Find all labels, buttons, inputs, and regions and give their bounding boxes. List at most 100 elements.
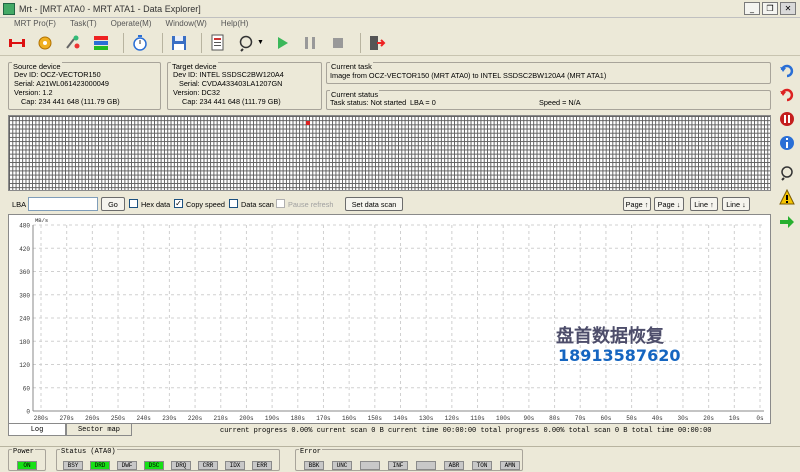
speed-chart: 480 420 360 300 240 180 120 60 0 280s 270s 260s 250s… <box>8 214 771 424</box>
ata-status-group: Status (ATA0) BSY DRD DWF DSC DRQ CRR IDX ERR <box>56 448 280 471</box>
data-scan-checkbox[interactable] <box>229 199 238 208</box>
progress-summary: current progress 0.00% current scan 0 B … <box>220 427 712 435</box>
power-group: Power ON <box>8 448 46 471</box>
menu-mrt-pro[interactable]: MRT Pro(F) <box>14 19 56 28</box>
x-tick-label: 190s <box>265 415 280 422</box>
exit-door-icon <box>370 35 386 50</box>
pause-button[interactable] <box>299 32 321 54</box>
report-button[interactable] <box>207 32 229 54</box>
copy-speed-label: Copy speed <box>186 200 225 209</box>
page-up-button[interactable]: Page ↑ <box>623 197 651 211</box>
x-tick-label: 270s <box>59 415 74 422</box>
exit-button[interactable] <box>366 32 388 54</box>
watermark-text: 盘首数据恢复 <box>556 326 664 347</box>
x-tick-label: 0s <box>756 415 764 422</box>
minimize-button[interactable]: _ <box>744 2 760 15</box>
error-indicator: AMN <box>500 461 520 470</box>
y-tick-label: 240 <box>19 316 30 323</box>
y-tick-label: 360 <box>19 269 30 276</box>
info-icon <box>780 136 794 150</box>
info-button[interactable] <box>777 133 797 153</box>
sector-grid[interactable] <box>8 115 771 191</box>
tools-icon <box>66 35 80 49</box>
source-version: Version: 1.2 <box>14 88 53 97</box>
start-button[interactable] <box>271 32 293 54</box>
pause-refresh-checkbox <box>276 199 285 208</box>
undo-button[interactable] <box>777 61 797 81</box>
connect-ports-icon <box>9 38 25 47</box>
go-button[interactable]: Go <box>101 197 125 211</box>
pause-refresh-label: Pause refresh <box>288 200 334 209</box>
error-indicator <box>360 461 380 470</box>
find-button[interactable] <box>777 163 797 183</box>
ata-status-indicator: IDX <box>225 461 245 470</box>
tab-sector-map[interactable]: Sector map <box>66 424 132 436</box>
right-toolbar <box>773 56 800 236</box>
hex-data-checkbox[interactable] <box>129 199 138 208</box>
x-tick-label: 140s <box>393 415 408 422</box>
y-tick-label: 420 <box>19 246 30 253</box>
chevron-down-icon[interactable]: ▼ <box>257 32 265 54</box>
speed-chart-svg: 480 420 360 300 240 180 120 60 0 280s 270s 260s 250s… <box>19 217 764 422</box>
power-title: Power <box>12 448 36 456</box>
window-controls: _ ❐ ✕ <box>744 2 796 15</box>
hex-data-label: Hex data <box>141 200 171 209</box>
y-tick-label: 480 <box>19 223 30 230</box>
menu-help[interactable]: Help(H) <box>221 19 249 28</box>
line-down-button[interactable]: Line ↓ <box>722 197 750 211</box>
toolbar-separator <box>123 32 124 53</box>
y-tick-label: 60 <box>23 385 31 392</box>
close-button[interactable]: ✕ <box>780 2 796 15</box>
menu-task[interactable]: Task(T) <box>70 19 97 28</box>
tab-log[interactable]: Log <box>8 424 66 436</box>
x-tick-label: 50s <box>626 415 637 422</box>
lba-input[interactable] <box>28 197 98 211</box>
timer-button[interactable] <box>129 32 151 54</box>
scan-button[interactable] <box>235 32 257 54</box>
toolbar-separator <box>162 32 163 53</box>
current-task-title: Current task <box>330 62 373 71</box>
set-data-scan-button[interactable]: Set data scan <box>345 197 403 211</box>
redo-button[interactable] <box>777 85 797 105</box>
ata-status-indicator: DWF <box>117 461 137 470</box>
stop-icon <box>333 37 343 48</box>
power-indicator: ON <box>17 461 37 470</box>
error-title: Error <box>299 448 323 456</box>
x-tick-label: 230s <box>162 415 177 422</box>
target-capacity: Cap: 234 441 648 (111.79 GB) <box>182 97 281 106</box>
lba-label: LBA <box>12 200 27 209</box>
x-tick-label: 30s <box>678 415 689 422</box>
settings-button[interactable] <box>34 32 56 54</box>
save-button[interactable] <box>168 32 190 54</box>
ata-status-indicator: ERR <box>252 461 272 470</box>
copy-speed-checkbox[interactable]: ✓ <box>174 199 183 208</box>
x-tick-label: 100s <box>496 415 511 422</box>
red-undo-arrow-icon <box>780 88 794 102</box>
error-indicator: INF <box>388 461 408 470</box>
stop-button[interactable] <box>327 32 349 54</box>
line-up-button[interactable]: Line ↑ <box>690 197 718 211</box>
blue-undo-arrow-icon <box>780 64 794 78</box>
x-tick-label: 250s <box>111 415 126 422</box>
controls-row: LBA Go Hex data ✓ Copy speed Data scan P… <box>0 196 773 212</box>
x-tick-label: 80s <box>549 415 560 422</box>
next-button[interactable] <box>777 212 797 232</box>
target-serial: Serial: CVDA433403LA1207GN <box>179 79 283 88</box>
floppy-disk-icon <box>172 35 186 50</box>
x-tick-label: 240s <box>137 415 152 422</box>
page-down-button[interactable]: Page ↓ <box>654 197 684 211</box>
status-bar: Power ON Status (ATA0) BSY DRD DWF DSC DRQ CR… <box>0 446 800 472</box>
x-tick-label: 170s <box>316 415 331 422</box>
menu-window[interactable]: Window(W) <box>166 19 207 28</box>
tools-button[interactable] <box>62 32 84 54</box>
ata-status-indicator: BSY <box>63 461 83 470</box>
restore-button[interactable]: ❐ <box>762 2 778 15</box>
ata-status-indicator: DRQ <box>171 461 191 470</box>
connect-ports-button[interactable] <box>6 32 28 54</box>
warning-button[interactable] <box>777 187 797 207</box>
menu-operate[interactable]: Operate(M) <box>111 19 152 28</box>
lba-status-text: LBA = 0 <box>410 98 436 107</box>
pause-icon <box>305 36 315 49</box>
grid-view-button[interactable] <box>90 32 112 54</box>
pause-circle-button[interactable] <box>777 109 797 129</box>
